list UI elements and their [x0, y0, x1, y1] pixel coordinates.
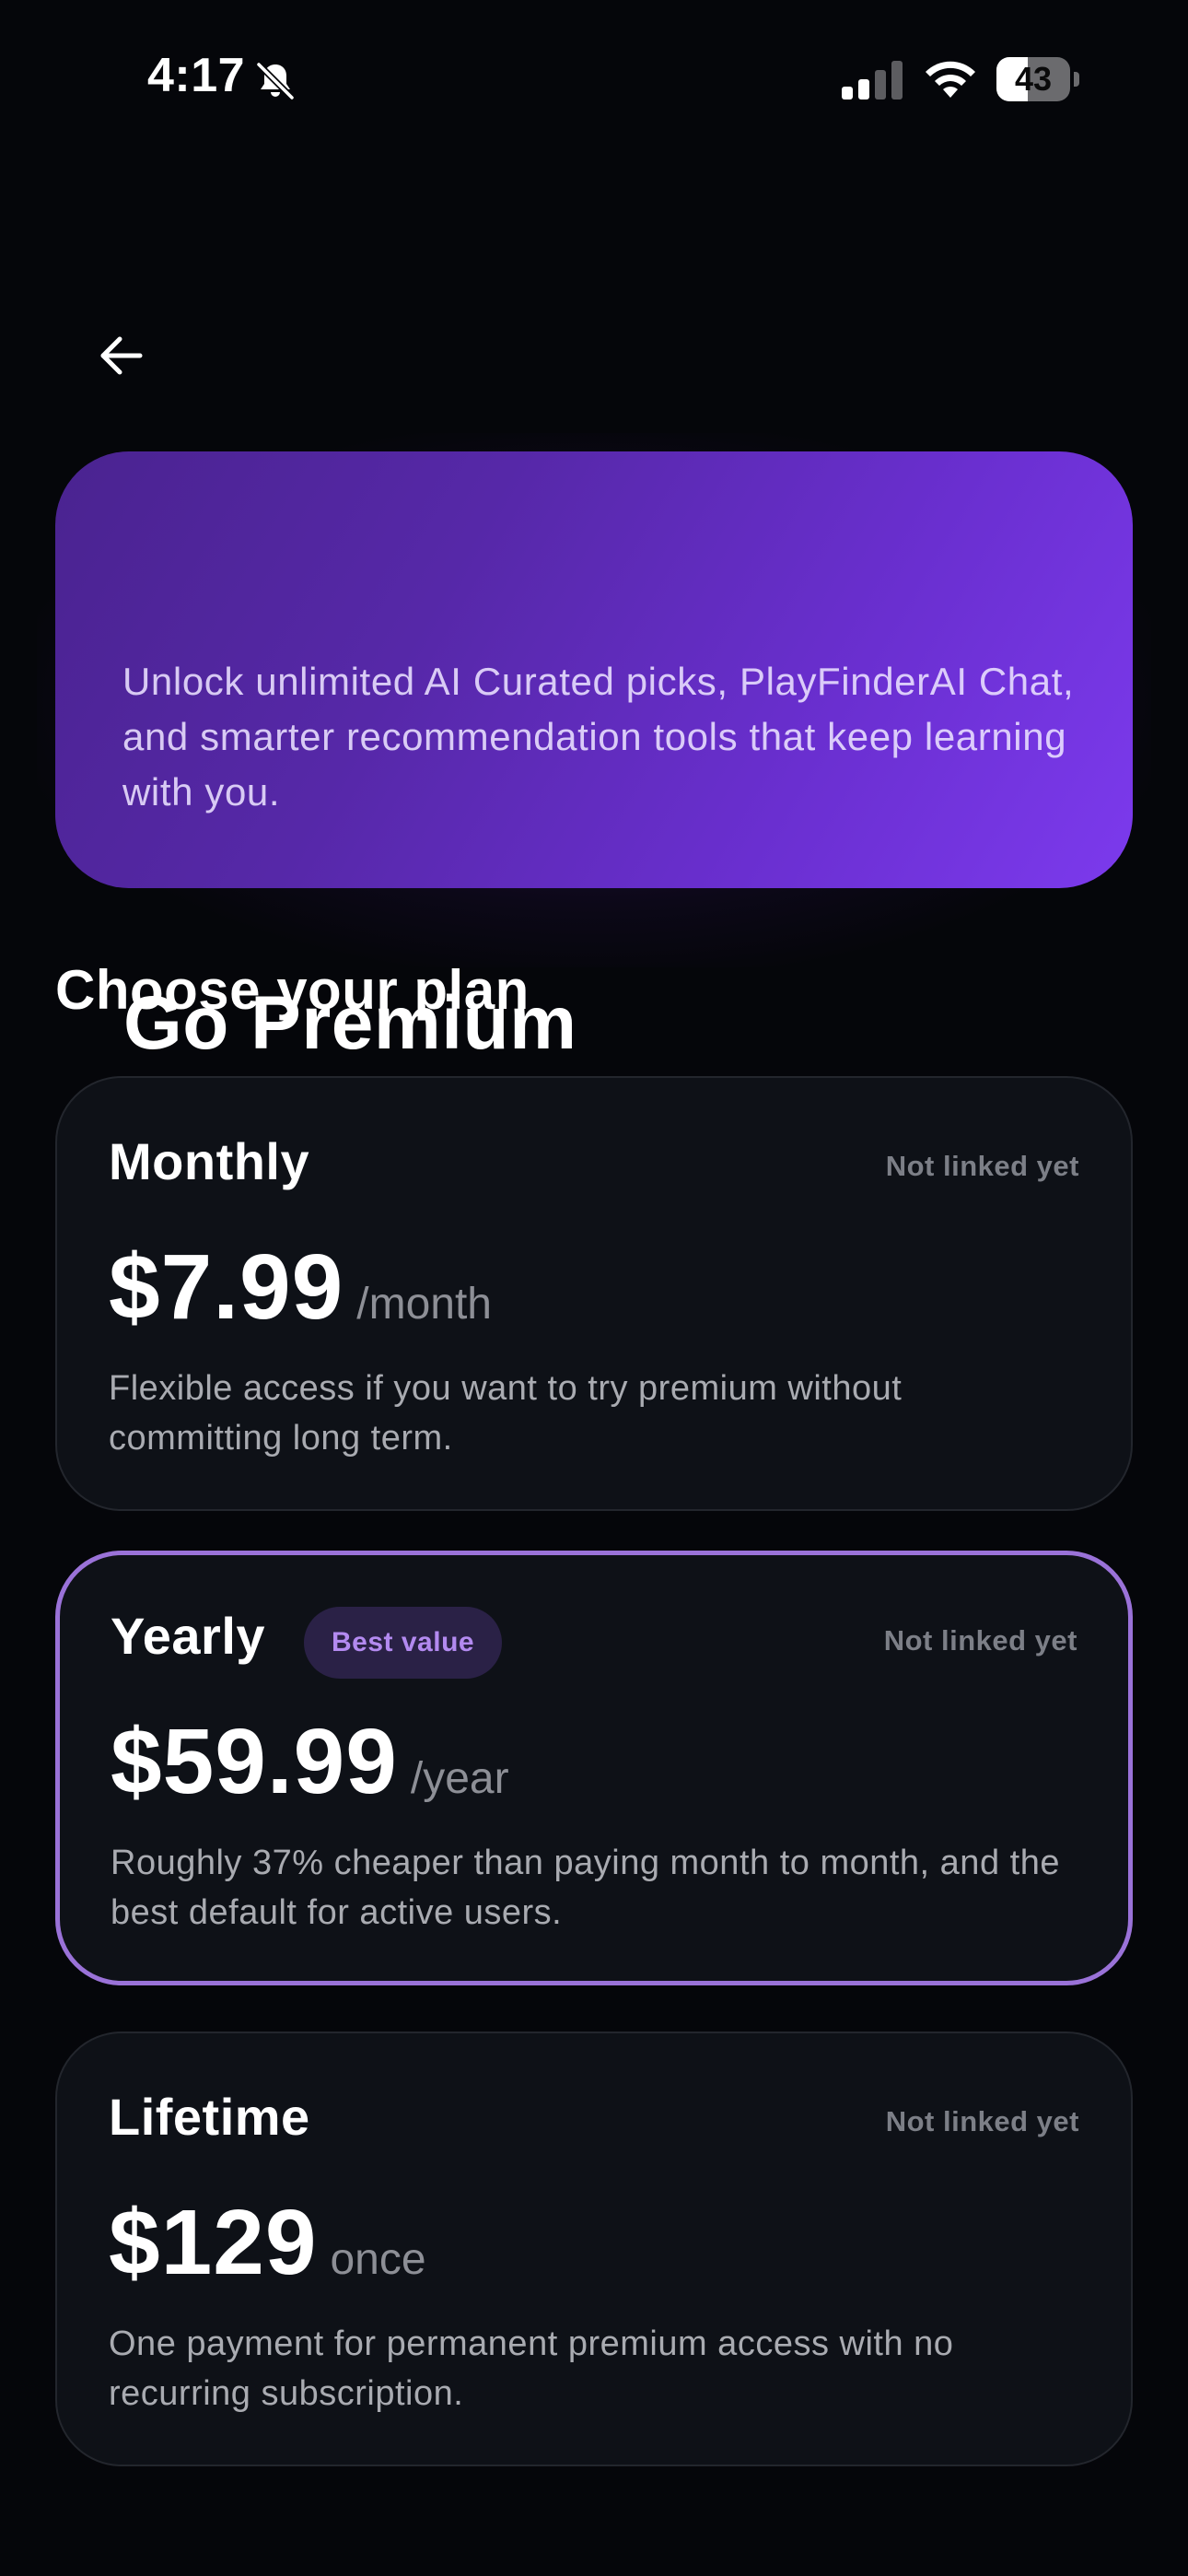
battery-level: 43: [1014, 60, 1053, 98]
bell-slash-icon: [255, 61, 296, 101]
plan-card-lifetime[interactable]: Lifetime Not linked yet $129 once One pay…: [55, 2032, 1133, 2466]
section-heading: Choose your plan: [55, 959, 530, 1021]
plan-period: /year: [410, 1754, 509, 1803]
plan-card-monthly[interactable]: Monthly Not linked yet $7.99/month Flexi…: [55, 1076, 1133, 1511]
signal-icon: [842, 61, 903, 100]
plan-name: Monthly: [109, 1132, 310, 1190]
status-time: 4:17: [147, 49, 246, 102]
price-row: $129 once: [109, 2190, 426, 2296]
wifi-icon: [926, 61, 975, 98]
status-bar: 4:17 43: [0, 0, 1188, 157]
premium-screen: 4:17 43 Go Premium Unlock unlimited AI C…: [0, 0, 1188, 2576]
plan-name: Lifetime: [109, 2088, 310, 2146]
price-row: $7.99/month: [109, 1235, 492, 1341]
plan-status: Not linked yet: [885, 2105, 1079, 2137]
plan-card-yearly[interactable]: Yearly Best value Not linked yet $59.99/…: [55, 1551, 1133, 1985]
plan-price: $129: [109, 2191, 318, 2294]
price-row: $59.99/year: [111, 1709, 509, 1815]
arrow-left-icon: [100, 336, 143, 375]
plan-period: /month: [356, 1280, 492, 1329]
best-value-badge: Best value: [304, 1607, 503, 1679]
plan-price: $59.99: [111, 1710, 398, 1813]
back-button[interactable]: [88, 322, 155, 389]
hero-subtitle: Unlock unlimited AI Curated picks, PlayF…: [122, 660, 1075, 814]
plan-description: Flexible access if you want to try premi…: [109, 1369, 903, 1458]
plan-name: Yearly: [111, 1607, 266, 1665]
battery-icon: 43: [996, 57, 1079, 101]
plan-description: Roughly 37% cheaper than paying month to…: [111, 1844, 1060, 1932]
plan-description: One payment for permanent premium access…: [109, 2324, 954, 2413]
plan-price: $7.99: [109, 1235, 344, 1339]
plan-status: Not linked yet: [885, 1150, 1079, 1182]
plan-status: Not linked yet: [883, 1624, 1077, 1657]
plan-period: once: [330, 2235, 426, 2284]
